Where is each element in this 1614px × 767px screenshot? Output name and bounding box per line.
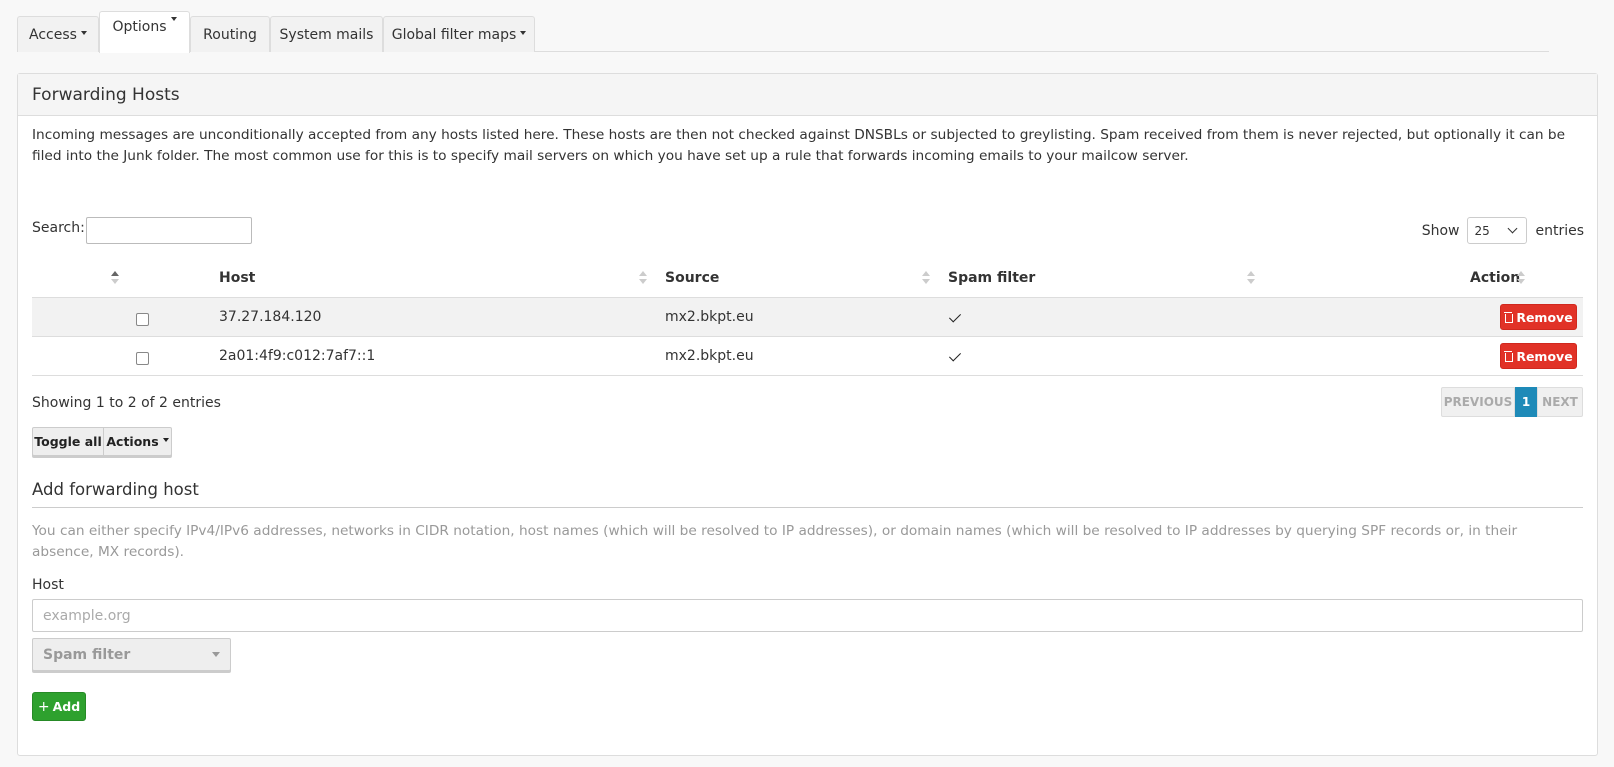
plus-icon: + bbox=[37, 698, 50, 715]
caret-down-icon bbox=[520, 30, 527, 35]
sort-icon[interactable] bbox=[922, 270, 930, 286]
source-cell: mx2.bkpt.eu bbox=[665, 309, 754, 325]
toggle-all-button[interactable]: Toggle all bbox=[32, 427, 104, 456]
next-page-button[interactable]: NEXT bbox=[1537, 387, 1583, 417]
tab-routing-label: Routing bbox=[203, 26, 257, 43]
trash-icon bbox=[1504, 351, 1514, 362]
row-checkbox[interactable] bbox=[136, 352, 149, 365]
column-source[interactable]: Source bbox=[665, 270, 719, 286]
previous-page-button[interactable]: PREVIOUS bbox=[1441, 387, 1515, 417]
remove-label: Remove bbox=[1516, 309, 1573, 325]
remove-label: Remove bbox=[1516, 348, 1573, 364]
column-action: Action bbox=[1470, 270, 1521, 286]
tab-system-mails-label: System mails bbox=[279, 26, 374, 43]
row-checkbox[interactable] bbox=[136, 313, 149, 326]
forwarding-hosts-table: Host Source Spam filter Action 37.27.184… bbox=[32, 258, 1583, 376]
chevron-down-icon bbox=[1508, 223, 1518, 234]
tab-access[interactable]: Access bbox=[17, 16, 99, 52]
spam-filter-select[interactable]: Spam filter bbox=[32, 638, 231, 671]
caret-down-icon bbox=[162, 437, 169, 442]
add-forwarding-host-title: Add forwarding host bbox=[32, 480, 199, 499]
tab-global-filter-maps[interactable]: Global filter maps bbox=[383, 16, 535, 52]
search-input[interactable] bbox=[86, 217, 252, 244]
remove-button[interactable]: Remove bbox=[1500, 304, 1577, 330]
page-size-control: Show 25 entries bbox=[1422, 217, 1584, 244]
sort-icon[interactable] bbox=[1247, 270, 1255, 286]
column-host[interactable]: Host bbox=[219, 270, 255, 286]
divider bbox=[32, 507, 1583, 508]
forwarding-hosts-panel: Forwarding Hosts Incoming messages are u… bbox=[17, 73, 1598, 756]
remove-button[interactable]: Remove bbox=[1500, 343, 1577, 369]
add-host-help: You can either specify IPv4/IPv6 address… bbox=[32, 523, 1518, 560]
host-input[interactable]: example.org bbox=[32, 599, 1583, 632]
table-actions: Toggle all Actions bbox=[32, 427, 172, 456]
table-info: Showing 1 to 2 of 2 entries bbox=[32, 395, 221, 411]
table-header: Host Source Spam filter Action bbox=[32, 258, 1583, 298]
add-label: Add bbox=[52, 699, 81, 714]
tab-options-label: Options bbox=[112, 19, 167, 35]
trash-icon bbox=[1504, 312, 1514, 323]
tab-options[interactable]: Options bbox=[99, 11, 190, 53]
admin-tabs: Access Options Routing System mails Glob… bbox=[17, 11, 1549, 53]
add-button[interactable]: + Add bbox=[32, 692, 86, 721]
entries-label: entries bbox=[1535, 222, 1584, 239]
sort-icon[interactable] bbox=[1517, 270, 1525, 286]
page-size-value: 25 bbox=[1474, 223, 1490, 238]
check-icon bbox=[948, 349, 962, 362]
column-spam-filter[interactable]: Spam filter bbox=[948, 270, 1035, 286]
caret-down-icon bbox=[80, 30, 87, 35]
check-icon bbox=[948, 310, 962, 323]
page-1-button[interactable]: 1 bbox=[1515, 387, 1537, 417]
host-cell: 37.27.184.120 bbox=[219, 309, 322, 325]
caret-down-icon bbox=[212, 652, 220, 657]
tab-system-mails[interactable]: System mails bbox=[270, 16, 383, 52]
spam-filter-label: Spam filter bbox=[43, 646, 131, 663]
sort-icon[interactable] bbox=[111, 270, 119, 286]
tab-access-label: Access bbox=[29, 26, 77, 43]
tab-routing[interactable]: Routing bbox=[190, 16, 270, 52]
search-label: Search: bbox=[32, 220, 85, 236]
caret-down-icon bbox=[170, 17, 177, 21]
source-cell: mx2.bkpt.eu bbox=[665, 348, 754, 364]
panel-title: Forwarding Hosts bbox=[18, 74, 1597, 116]
actions-label: Actions bbox=[106, 434, 159, 449]
host-label: Host bbox=[32, 577, 64, 593]
table-row: 37.27.184.120 mx2.bkpt.eu Remove bbox=[32, 298, 1583, 337]
show-label: Show bbox=[1421, 222, 1460, 239]
panel-description: Incoming messages are unconditionally ac… bbox=[32, 127, 1565, 164]
host-cell: 2a01:4f9:c012:7af7::1 bbox=[219, 348, 376, 364]
page-size-select[interactable]: 25 bbox=[1467, 217, 1528, 244]
pagination: PREVIOUS 1 NEXT bbox=[1441, 387, 1583, 417]
actions-dropdown-button[interactable]: Actions bbox=[104, 427, 172, 456]
table-row: 2a01:4f9:c012:7af7::1 mx2.bkpt.eu Remove bbox=[32, 337, 1583, 376]
tab-global-filter-maps-label: Global filter maps bbox=[391, 26, 517, 43]
sort-icon[interactable] bbox=[639, 270, 647, 286]
